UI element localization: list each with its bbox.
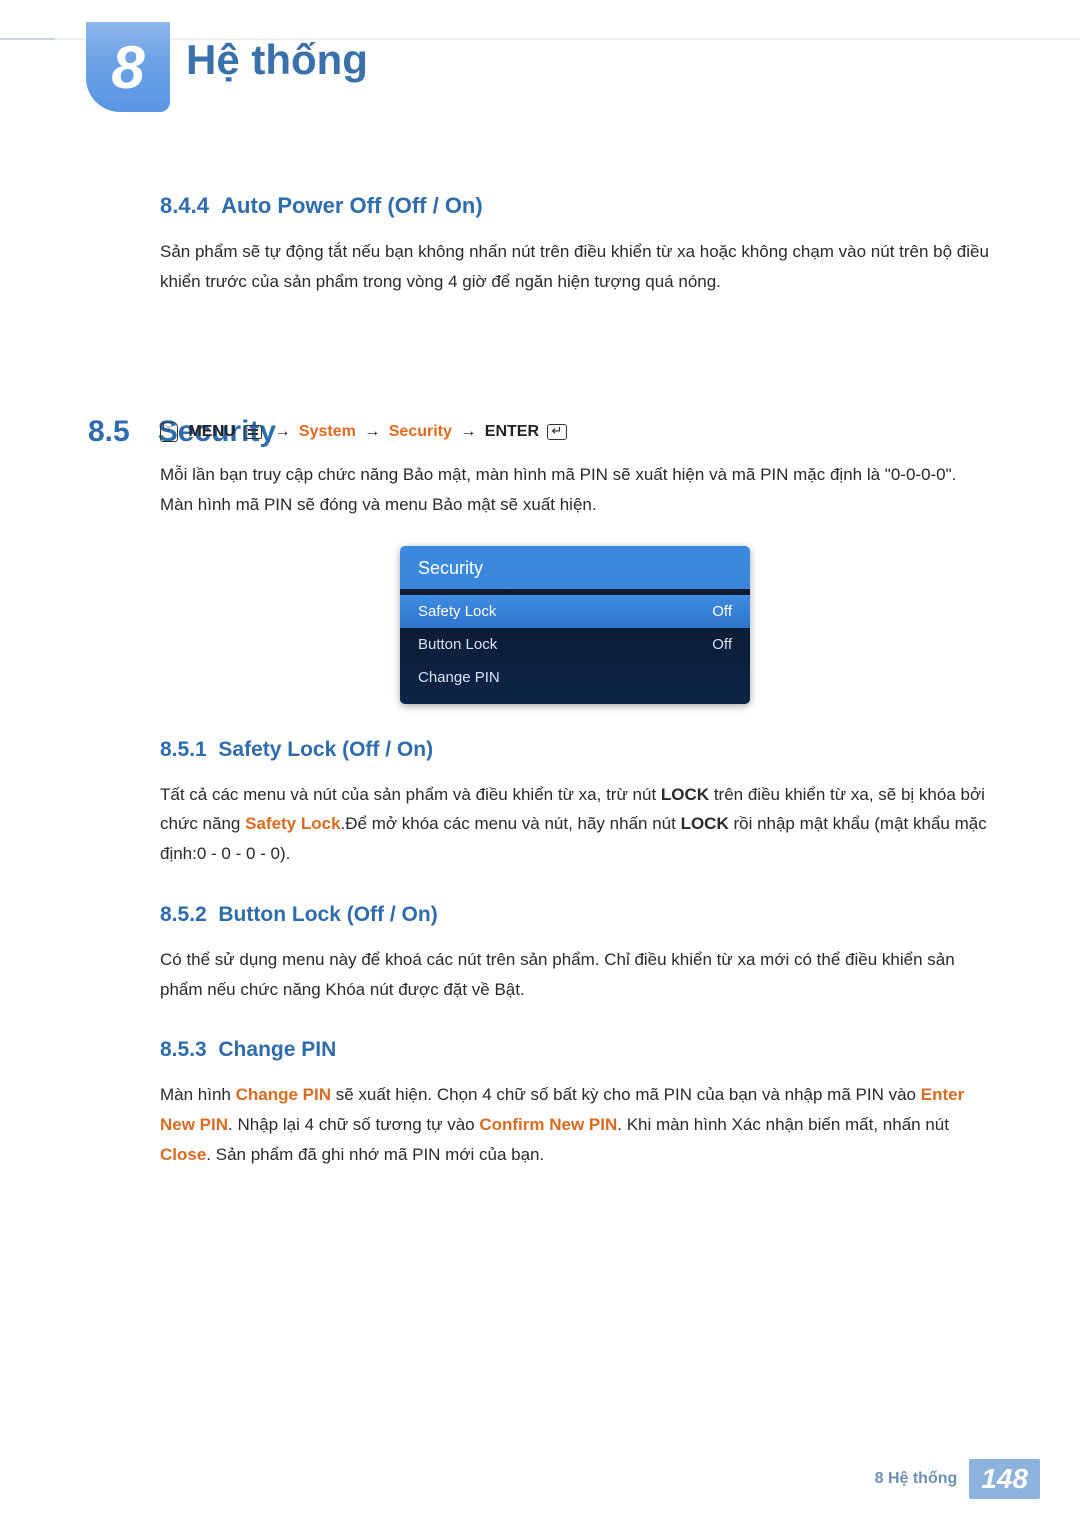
heading-number: 8.5.2 bbox=[160, 903, 207, 926]
text: .Để mở khóa các menu và nút, hãy nhấn nú… bbox=[341, 814, 681, 833]
heading-number: 8.5.1 bbox=[160, 738, 207, 761]
text: Tất cả các menu và nút của sản phẩm và đ… bbox=[160, 785, 661, 804]
nav-menu-label: MENU bbox=[188, 423, 235, 440]
text: sẽ xuất hiện. Chọn 4 chữ số bất kỳ cho m… bbox=[331, 1085, 921, 1104]
osd-row-label: Change PIN bbox=[418, 669, 500, 686]
heading-number: 8.4.4 bbox=[160, 193, 209, 218]
para-8-5-1: Tất cả các menu và nút của sản phẩm và đ… bbox=[160, 780, 990, 869]
term-lock: LOCK bbox=[661, 785, 709, 804]
heading-8-5-2: 8.5.2 Button Lock (Off / On) bbox=[160, 903, 990, 927]
para-8-5-3: Màn hình Change PIN sẽ xuất hiện. Chọn 4… bbox=[160, 1080, 990, 1169]
arrow-icon: → bbox=[460, 423, 476, 440]
menu-icon bbox=[244, 425, 262, 439]
heading-8-5-3: 8.5.3 Change PIN bbox=[160, 1038, 990, 1062]
nav-system: System bbox=[299, 423, 356, 440]
chapter-number-badge: 8 bbox=[86, 22, 170, 112]
heading-title: Button Lock (Off / On) bbox=[218, 903, 437, 926]
heading-number: 8.5.3 bbox=[160, 1038, 207, 1061]
page-footer: 8 Hệ thống 148 bbox=[875, 1459, 1040, 1499]
osd-row-change-pin[interactable]: Change PIN bbox=[400, 661, 750, 694]
osd-row-label: Button Lock bbox=[418, 636, 497, 653]
heading-title: Safety Lock (Off / On) bbox=[218, 738, 433, 761]
page-number: 148 bbox=[969, 1459, 1040, 1499]
term-close: Close bbox=[160, 1145, 206, 1164]
osd-row-safety-lock[interactable]: Safety Lock Off bbox=[400, 595, 750, 628]
arrow-icon: → bbox=[364, 423, 380, 440]
osd-row-button-lock[interactable]: Button Lock Off bbox=[400, 628, 750, 661]
osd-row-label: Safety Lock bbox=[418, 603, 496, 620]
para-8-5-intro: Mỗi lần bạn truy cập chức năng Bảo mật, … bbox=[160, 460, 990, 520]
enter-icon bbox=[547, 424, 567, 440]
text: . Sản phẩm đã ghi nhớ mã PIN mới của bạn… bbox=[206, 1145, 544, 1164]
term-change-pin: Change PIN bbox=[236, 1085, 331, 1104]
osd-security-menu: Security Safety Lock Off Button Lock Off… bbox=[400, 546, 750, 704]
osd-row-value: Off bbox=[712, 636, 732, 653]
para-8-4-4: Sản phẩm sẽ tự động tắt nếu bạn không nh… bbox=[160, 237, 990, 297]
heading-title: Auto Power Off (Off / On) bbox=[221, 193, 483, 218]
nav-security: Security bbox=[389, 423, 452, 440]
nav-enter-label: ENTER bbox=[485, 423, 539, 440]
heading-8-4-4: 8.4.4 Auto Power Off (Off / On) bbox=[160, 193, 990, 219]
term-confirm-new-pin: Confirm New PIN bbox=[479, 1115, 617, 1134]
text: . Nhập lại 4 chữ số tương tự vào bbox=[228, 1115, 479, 1134]
footer-chapter-label: 8 Hệ thống bbox=[875, 1470, 958, 1488]
term-lock: LOCK bbox=[681, 814, 729, 833]
text: . Khi màn hình Xác nhận biến mất, nhấn n… bbox=[617, 1115, 949, 1134]
chapter-title: Hệ thống bbox=[186, 36, 368, 84]
heading-8-5-number: 8.5 bbox=[88, 415, 130, 449]
osd-body: Safety Lock Off Button Lock Off Change P… bbox=[400, 589, 750, 704]
osd-title: Security bbox=[400, 546, 750, 589]
term-safety-lock: Safety Lock bbox=[245, 814, 340, 833]
arrow-icon: → bbox=[274, 423, 290, 440]
heading-title: Change PIN bbox=[218, 1038, 336, 1061]
osd-row-value: Off bbox=[712, 603, 732, 620]
menu-navigation-path: MENU → System → Security → ENTER bbox=[160, 422, 990, 442]
heading-8-5-1: 8.5.1 Safety Lock (Off / On) bbox=[160, 738, 990, 762]
chapter-number: 8 bbox=[111, 33, 144, 102]
para-8-5-2: Có thể sử dụng menu này để khoá các nút … bbox=[160, 945, 990, 1005]
hand-icon bbox=[160, 422, 178, 442]
text: Màn hình bbox=[160, 1085, 236, 1104]
